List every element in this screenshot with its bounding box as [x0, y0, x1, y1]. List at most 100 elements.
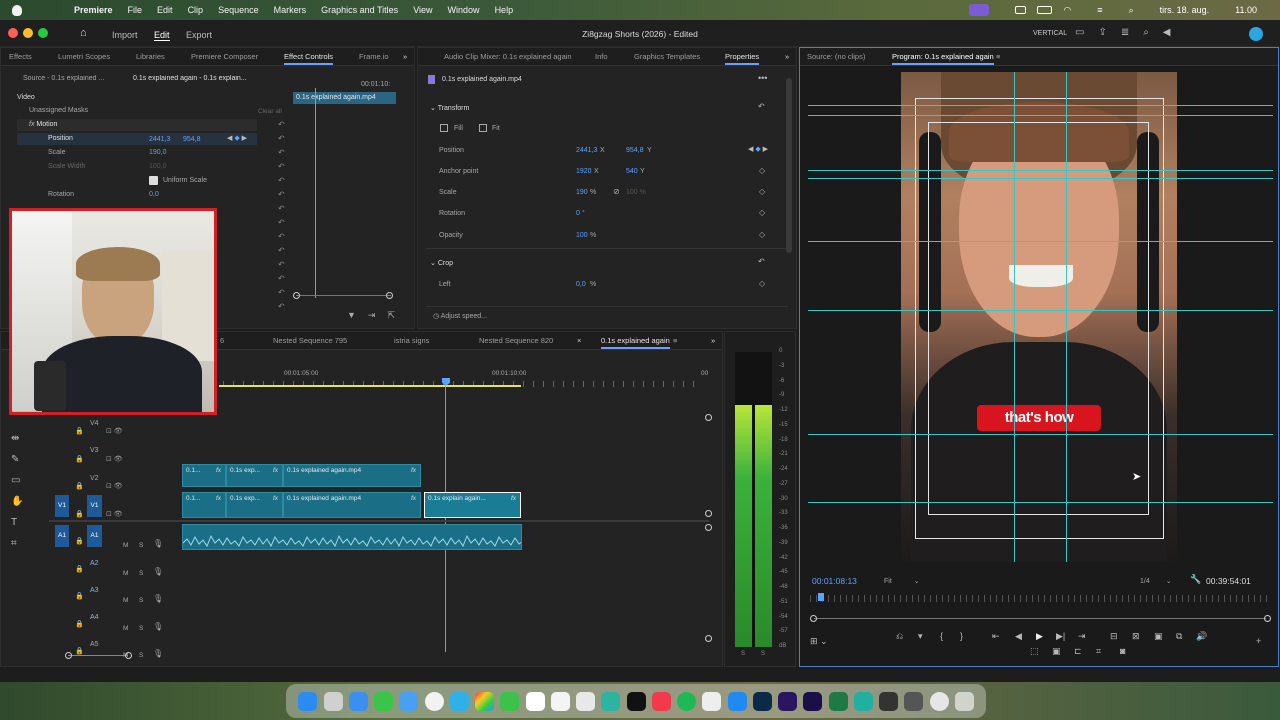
finder-icon[interactable]: [298, 691, 318, 711]
ec-zoom-handle-left[interactable]: [293, 292, 300, 299]
settings-wrench-icon[interactable]: 🔧: [1190, 574, 1201, 585]
ec-position-y[interactable]: 954,8: [183, 136, 201, 143]
mute-a1[interactable]: M: [123, 532, 128, 560]
tab-libraries[interactable]: Libraries: [136, 52, 165, 61]
zoom-fit-select[interactable]: Fit ⌄: [884, 577, 920, 585]
solo-a5[interactable]: S: [139, 642, 143, 670]
program-zoom-handle-right[interactable]: [1264, 615, 1271, 622]
solo-a3[interactable]: S: [139, 587, 143, 615]
tab-source-monitor[interactable]: Source: (no clips): [807, 52, 865, 61]
overwrite-icon[interactable]: ⊠: [1132, 631, 1140, 642]
guide-line[interactable]: [808, 115, 1273, 116]
photoshop-icon[interactable]: [752, 691, 772, 711]
clip-v2-3[interactable]: 0.1s explained again.mp4 fx: [283, 464, 421, 487]
tab-properties[interactable]: Properties: [725, 52, 760, 65]
camera-icon[interactable]: ◙: [1120, 646, 1125, 656]
clip-v2-1[interactable]: 0.1... fx: [182, 464, 226, 487]
uniform-scale-checkbox[interactable]: [149, 176, 158, 185]
tab-nested-sequence-795[interactable]: Nested Sequence 795: [273, 336, 347, 345]
ec-rotation-value[interactable]: 0,0: [149, 191, 159, 198]
audio-scroll-handle-bottom[interactable]: [705, 635, 712, 642]
menu-file[interactable]: File: [128, 5, 143, 15]
guide-line[interactable]: [808, 170, 1273, 171]
source-clip-tab[interactable]: Source - 0.1s explained ...: [23, 75, 123, 82]
track-toggle-output-icons[interactable]: ⊡ 👁 ⊡ 👁 ⊡ 👁 ⊡ 👁: [106, 418, 123, 528]
solo-a1[interactable]: S: [139, 532, 143, 560]
track-a1[interactable]: A1: [87, 525, 102, 547]
tab-graphics-templates[interactable]: Graphics Templates: [634, 52, 700, 61]
play-icon[interactable]: ▶: [1036, 631, 1043, 642]
display-icon[interactable]: [1015, 6, 1027, 14]
timeline-zoom-handle-right[interactable]: [125, 652, 132, 659]
menu-sequence[interactable]: Sequence: [218, 5, 259, 15]
ec-position-x[interactable]: 2441,3: [149, 136, 170, 143]
prop-position-keyframes[interactable]: ◀ ◆ ▶: [748, 145, 768, 153]
calculator-icon[interactable]: [879, 691, 898, 711]
close-tab-icon[interactable]: ×: [577, 336, 581, 345]
ec-filter-icons[interactable]: ▼⇥⇱: [347, 310, 407, 321]
apple-icon[interactable]: [12, 4, 22, 16]
prop-position-y[interactable]: 954,8: [626, 147, 644, 154]
music-icon[interactable]: [651, 691, 671, 711]
trash-icon[interactable]: [954, 691, 974, 711]
audio-track-mute-buttons[interactable]: MMMMM: [123, 532, 128, 670]
ec-playhead[interactable]: [315, 88, 316, 298]
adjust-speed-button[interactable]: ◷ Adjust speed...: [433, 312, 487, 320]
track-a2[interactable]: A2: [90, 560, 99, 567]
comparison-view-icon[interactable]: ⊞ ⌄: [810, 636, 828, 647]
launchpad-icon[interactable]: [323, 691, 343, 711]
tab-istria-signs[interactable]: istria signs: [394, 336, 429, 345]
tab-effects[interactable]: Effects: [9, 52, 32, 61]
track-a4[interactable]: A4: [90, 614, 99, 621]
tab-nested-sequence-820[interactable]: Nested Sequence 820: [479, 336, 553, 345]
tab-current-sequence[interactable]: 0.1s explained again: [601, 336, 670, 349]
prop-scale-value[interactable]: 190: [576, 189, 588, 196]
toggle-proxies-icon[interactable]: ⬚: [1030, 646, 1039, 657]
guide-line[interactable]: [808, 241, 1273, 242]
guide-line[interactable]: [1014, 72, 1015, 562]
track-lock-icons[interactable]: 🔒 🔒 🔒 🔒 🔒 🔒 🔒 🔒 🔒: [75, 418, 84, 666]
step-back-icon[interactable]: ◀: [1015, 631, 1022, 642]
track-v4[interactable]: V4: [90, 420, 99, 427]
safari-icon[interactable]: [348, 691, 368, 711]
menu-help[interactable]: Help: [495, 5, 514, 15]
track-v1[interactable]: V1: [87, 495, 102, 517]
ec-unassigned-masks[interactable]: Unassigned Masks: [29, 107, 88, 114]
playhead-line[interactable]: [445, 386, 446, 652]
control-center-icon[interactable]: ≡: [1097, 5, 1102, 15]
menu-view[interactable]: View: [413, 5, 432, 15]
sequence-clip-tab[interactable]: 0.1s explained again - 0.1s explain...: [133, 75, 265, 82]
rotation-keyframe-icon[interactable]: ◇: [759, 208, 765, 217]
volume-icon[interactable]: 🔊: [1196, 631, 1207, 642]
video-scroll-handle-bottom[interactable]: [705, 510, 712, 517]
trim-icon[interactable]: ⧉: [1176, 631, 1182, 642]
screen-record-icon[interactable]: [969, 4, 990, 16]
screen-capture-icon[interactable]: [904, 691, 924, 711]
search-icon[interactable]: ⌕: [1129, 5, 1134, 16]
fill-button[interactable]: Fill: [454, 125, 463, 132]
voice-record-icons[interactable]: 🎙 🎙 🎙 🎙 🎙: [153, 530, 163, 668]
export-frame-icon[interactable]: ▣: [1154, 631, 1163, 642]
mark-out-icon[interactable]: }: [960, 631, 963, 641]
program-timecode[interactable]: 00:01:08:13: [812, 576, 857, 586]
tab-lumetri-scopes[interactable]: Lumetri Scopes: [58, 52, 110, 61]
app-store-icon[interactable]: [727, 691, 747, 711]
premiere-pro-icon[interactable]: [778, 691, 797, 711]
track-select-tool-icon[interactable]: ⇹: [11, 428, 23, 449]
guides-icon[interactable]: ⌗: [1096, 646, 1101, 657]
ec-scale-value[interactable]: 190,0: [149, 149, 167, 156]
app-menu[interactable]: Premiere: [74, 5, 113, 15]
mark-in-icon[interactable]: {: [940, 631, 943, 641]
panel-overflow-icon[interactable]: »: [711, 336, 715, 345]
clip-a1-audio[interactable]: [182, 524, 522, 550]
overlay-icon[interactable]: ⊏: [1074, 646, 1082, 657]
menu-clip[interactable]: Clip: [188, 5, 204, 15]
crop-keyframe-icon[interactable]: ◇: [759, 279, 765, 288]
guide-line[interactable]: [808, 105, 1273, 106]
panel-overflow-icon[interactable]: »: [403, 52, 407, 61]
lift-icon[interactable]: ⎌: [896, 631, 903, 642]
numbers-icon[interactable]: [601, 691, 621, 711]
add-marker-icon[interactable]: ▾: [918, 631, 923, 642]
work-area-bar[interactable]: [219, 385, 521, 387]
track-a5[interactable]: A5: [90, 641, 99, 648]
